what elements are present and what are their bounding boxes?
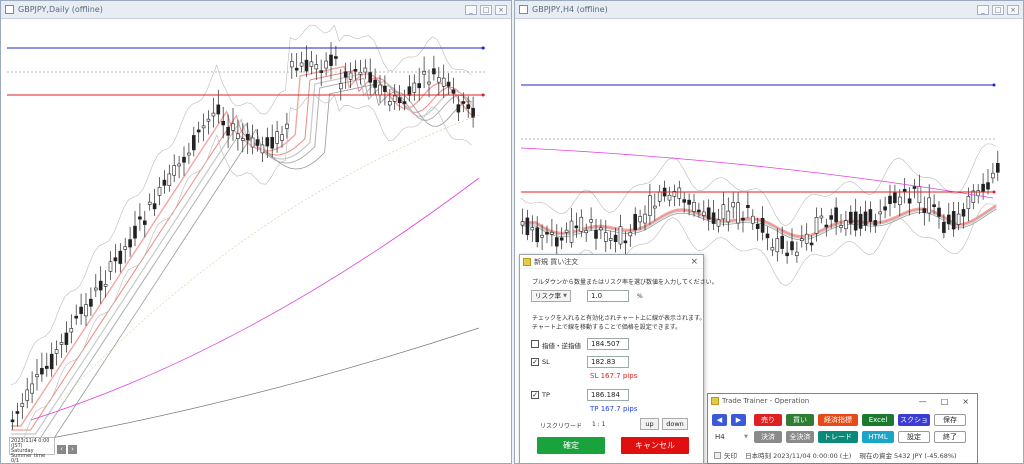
chart-prev-icon[interactable]: ‹ — [57, 445, 66, 454]
dialog-note-2: チャート上で線を移動することで価格を設定できます。 — [532, 324, 682, 331]
maximize-button[interactable]: □ — [480, 4, 492, 15]
settle-all-button[interactable]: 全決済 — [786, 431, 814, 443]
trade-trainer-panel: Trade Trainer - Operation — □ × ◀ ▶ 売り 買… — [707, 393, 978, 464]
sl-pips-text: SL 167.7 pips — [590, 372, 638, 380]
h4-chart-title: GBPJPY,H4 (offline) — [532, 5, 608, 14]
trainer-titlebar: Trade Trainer - Operation — □ × — [708, 394, 977, 408]
sl-label: SL — [542, 358, 550, 366]
close-button[interactable]: × — [495, 4, 507, 15]
chart-window-icon — [5, 5, 14, 14]
risk-reward-value: 1 : 1 — [592, 421, 606, 428]
daily-info-box: 2023/11/4 0:00 (JST) Saturday Summer tim… — [9, 437, 55, 464]
trade-button[interactable]: トレード — [818, 431, 858, 443]
trainer-status-bar: 矢印 日本時刻 2023/11/04 0:00:00 (土) 現在の資金 543… — [714, 450, 963, 460]
settings-button[interactable]: 設定 — [898, 431, 930, 443]
minimize-button[interactable]: _ — [465, 4, 477, 15]
tp-price-input[interactable]: 186.184 — [587, 389, 629, 401]
timeframe-value: H4 — [715, 433, 725, 441]
next-bar-button[interactable]: ▶ — [731, 414, 746, 426]
arrow-toggle-checkbox[interactable] — [714, 452, 721, 459]
prev-bar-button[interactable]: ◀ — [712, 414, 727, 426]
daily-chart-title: GBPJPY,Daily (offline) — [18, 5, 103, 14]
tp-pips-text: TP 167.7 pips — [590, 405, 638, 413]
trainer-title: Trade Trainer - Operation — [722, 397, 810, 405]
cancel-button[interactable]: キャンセル — [621, 437, 689, 454]
settle-button[interactable]: 決済 — [754, 431, 782, 443]
quantity-mode-dropdown[interactable]: リスク率 ▼ — [531, 290, 571, 302]
trainer-close-button[interactable]: × — [962, 397, 969, 406]
trainer-app-icon — [711, 397, 719, 405]
chart-next-icon[interactable]: › — [68, 445, 77, 454]
limit-checkbox[interactable] — [531, 340, 539, 348]
chevron-down-icon: ▼ — [563, 293, 567, 299]
dropdown-value: リスク率 — [535, 292, 561, 300]
percent-unit: % — [637, 293, 643, 300]
exit-button[interactable]: 終了 — [934, 431, 966, 443]
minimize-button[interactable]: _ — [977, 4, 989, 15]
jst-time: 日本時刻 2023/11/04 0:00:00 (土) — [745, 452, 852, 460]
buy-button[interactable]: 買い — [786, 414, 814, 426]
tp-checkbox[interactable]: ✓ — [531, 391, 539, 399]
sl-checkbox[interactable]: ✓ — [531, 358, 539, 366]
h4-chart-titlebar: GBPJPY,H4 (offline) _ □ × — [515, 1, 1023, 19]
buy-order-dialog: 新規 買い注文 × プルダウンから数量またはリスク率を選び数値を入力してください… — [519, 254, 718, 464]
daily-chart-window[interactable]: GBPJPY,Daily (offline) _ □ × 2023/11/4 0… — [0, 0, 512, 464]
daily-chart-titlebar: GBPJPY,Daily (offline) _ □ × — [1, 1, 511, 19]
dialog-title: 新規 買い注文 — [534, 257, 579, 266]
excel-button[interactable]: Excel — [862, 414, 894, 426]
save-button[interactable]: 保存 — [934, 414, 966, 426]
confirm-button[interactable]: 確定 — [537, 437, 605, 454]
info-summer-time: Summer time 0/1 — [11, 453, 46, 464]
risk-reward-label: リスクリワード — [540, 423, 583, 430]
close-button[interactable]: × — [1007, 4, 1019, 15]
chart-window-icon — [519, 5, 528, 14]
balance-text: 現在の資金 5432 JPY (-45.68%) — [859, 452, 957, 460]
up-button[interactable]: up — [640, 418, 659, 430]
chevron-down-icon: ▼ — [744, 434, 748, 440]
economic-indicators-button[interactable]: 経済指標 — [818, 414, 858, 426]
sl-price-input[interactable]: 182.83 — [587, 356, 629, 368]
sell-button[interactable]: 売り — [754, 414, 782, 426]
dialog-app-icon — [523, 257, 531, 266]
daily-price-chart[interactable] — [1, 20, 511, 464]
arrow-label: 矢印 — [724, 452, 737, 460]
screenshot-button[interactable]: スクショ — [898, 414, 930, 426]
trainer-minimize-button[interactable]: — — [919, 397, 927, 406]
down-button[interactable]: down — [662, 418, 688, 430]
dialog-note-1: チェックを入れると有効化されチャート上に線が表示されます。 — [532, 315, 706, 322]
timeframe-select[interactable]: H4 ▼ — [712, 431, 750, 443]
tp-label: TP — [542, 391, 550, 399]
dialog-titlebar: 新規 買い注文 × — [520, 255, 703, 269]
limit-price-input[interactable]: 184.507 — [587, 338, 629, 350]
trainer-maximize-button[interactable]: □ — [941, 397, 949, 406]
limit-label: 指値・逆指値 — [542, 342, 581, 350]
html-button[interactable]: HTML — [862, 431, 894, 443]
risk-value-input[interactable]: 1.0 — [587, 290, 629, 302]
dialog-instruction: プルダウンから数量またはリスク率を選び数値を入力してください。 — [532, 279, 718, 286]
dialog-close-button[interactable]: × — [690, 257, 703, 267]
maximize-button[interactable]: □ — [992, 4, 1004, 15]
